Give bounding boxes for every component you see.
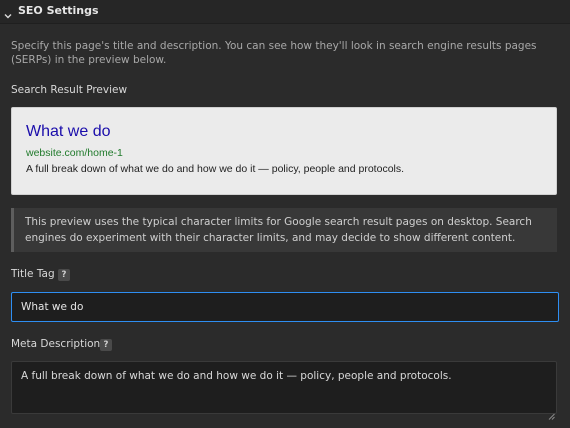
meta-description-help-icon[interactable]: ? [100, 339, 112, 351]
meta-description-label: Meta Description [11, 338, 101, 350]
title-tag-label: Title Tag [11, 268, 55, 280]
character-limit-note: This preview uses the typical character … [11, 208, 557, 252]
seo-settings-header[interactable]: SEO Settings [0, 0, 570, 24]
intro-text: Specify this page's title and descriptio… [11, 40, 537, 66]
preview-url: website.com/home-1 [26, 147, 123, 159]
title-tag-help-icon[interactable]: ? [58, 269, 70, 281]
meta-description-textarea[interactable]: A full break down of what we do and how … [11, 361, 557, 414]
preview-label: Search Result Preview [11, 84, 128, 96]
title-tag-input[interactable] [11, 292, 559, 322]
preview-description: A full break down of what we do and how … [26, 163, 405, 175]
search-result-preview: What we do website.com/home-1 A full bre… [11, 107, 557, 195]
resize-grip-icon[interactable] [548, 405, 555, 420]
section-title: SEO Settings [18, 4, 99, 17]
seo-settings-panel: SEO Settings Specify this page's title a… [0, 0, 570, 428]
preview-title: What we do [26, 123, 111, 140]
chevron-down-icon[interactable] [3, 6, 13, 19]
